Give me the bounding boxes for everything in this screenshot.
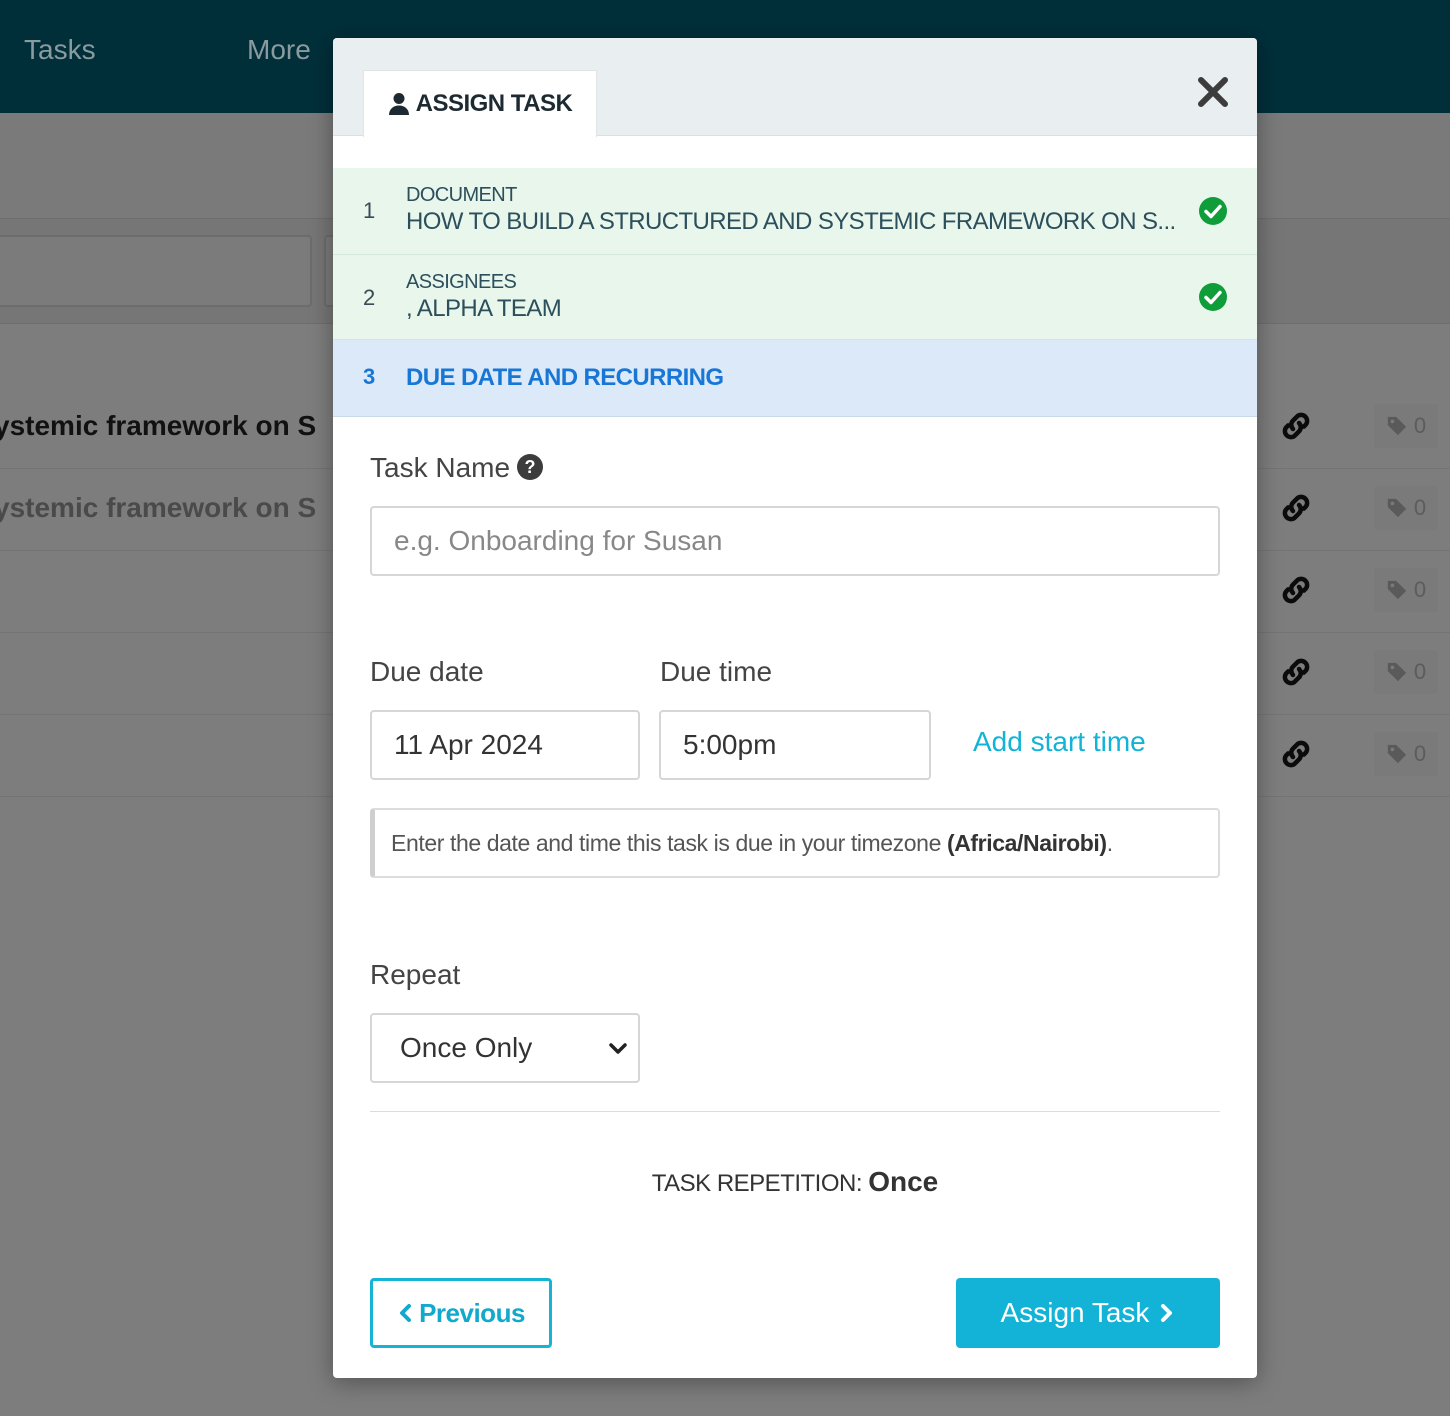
row-title[interactable]: ystemic framework on S [0, 410, 316, 442]
tag-icon [1387, 498, 1407, 518]
link-icon[interactable] [1278, 490, 1314, 526]
check-circle-icon [1199, 283, 1227, 311]
tag-count: 0 [1413, 659, 1427, 684]
tag-count: 0 [1413, 495, 1427, 520]
question-circle-icon[interactable]: ? [516, 453, 544, 481]
link-icon[interactable] [1278, 654, 1314, 690]
assign-task-button[interactable]: Assign Task [956, 1278, 1220, 1348]
due-date-input[interactable] [370, 710, 640, 780]
tag-icon [1387, 744, 1407, 764]
filter-input[interactable] [0, 235, 312, 307]
tag-count-badge[interactable]: 0 [1374, 568, 1438, 612]
check-circle-icon [1199, 197, 1227, 225]
task-name-label-text: Task Name [370, 452, 511, 483]
step-due-date[interactable]: 3 DUE DATE AND RECURRING [333, 340, 1257, 417]
assign-task-button-label: Assign Task [1000, 1297, 1150, 1328]
link-icon[interactable] [1278, 572, 1314, 608]
link-icon[interactable] [1278, 736, 1314, 772]
tag-count-badge[interactable]: 0 [1374, 732, 1438, 776]
tag-count-badge[interactable]: 0 [1374, 486, 1438, 530]
due-time-input[interactable] [659, 710, 931, 780]
step-assignees[interactable]: 2 ASSIGNEES , ALPHA TEAM [333, 255, 1257, 340]
close-icon[interactable] [1193, 72, 1233, 112]
task-name-label: Task Name? [370, 452, 544, 484]
repeat-label: Repeat [370, 959, 461, 990]
nav-tasks[interactable]: Tasks [24, 34, 96, 66]
modal-header: ASSIGN TASK [333, 38, 1257, 137]
step-label: ASSIGNEES [406, 271, 517, 293]
previous-button-label: Previous [419, 1297, 525, 1328]
link-icon[interactable] [1278, 408, 1314, 444]
task-name-input[interactable] [370, 506, 1220, 576]
due-date-label: Due date [370, 656, 484, 687]
tag-count-badge[interactable]: 0 [1374, 650, 1438, 694]
tab-assign-task[interactable]: ASSIGN TASK [363, 70, 597, 137]
nav-more[interactable]: More [247, 34, 311, 66]
tag-icon [1387, 580, 1407, 600]
repetition-label: TASK REPETITION: [651, 1170, 863, 1197]
task-repetition-summary: TASK REPETITION: Once [333, 1166, 1257, 1198]
tag-count-badge[interactable]: 0 [1374, 404, 1438, 448]
timezone-hint-suffix: . [1106, 829, 1113, 856]
divider [370, 1111, 1220, 1112]
due-time-label: Due time [660, 656, 773, 687]
tag-count: 0 [1413, 577, 1427, 602]
step-title: DUE DATE AND RECURRING [406, 364, 724, 391]
timezone-hint: Enter the date and time this task is due… [370, 808, 1220, 878]
user-icon [388, 93, 409, 115]
timezone-hint-text: Enter the date and time this task is due… [391, 829, 947, 856]
timezone-name: (Africa/Nairobi) [946, 829, 1107, 856]
previous-button[interactable]: Previous [370, 1278, 552, 1348]
tag-icon [1387, 416, 1407, 436]
step-document[interactable]: 1 DOCUMENT HOW TO BUILD A STRUCTURED AND… [333, 168, 1257, 255]
assign-task-modal: ASSIGN TASK 1 DOCUMENT HOW TO BUILD A ST… [333, 38, 1257, 1378]
tag-icon [1387, 662, 1407, 682]
step-label: DOCUMENT [406, 184, 517, 206]
repeat-select[interactable]: Once Only [370, 1013, 640, 1083]
step-number: 1 [363, 198, 376, 223]
svg-text:?: ? [525, 457, 536, 477]
repetition-value: Once [868, 1166, 939, 1197]
step-number: 3 [363, 364, 376, 389]
step-value: HOW TO BUILD A STRUCTURED AND SYSTEMIC F… [406, 208, 1176, 235]
tag-count: 0 [1413, 413, 1427, 438]
step-number: 2 [363, 285, 376, 310]
repeat-selected-value: Once Only [400, 1032, 533, 1063]
chevron-left-icon [400, 1304, 412, 1322]
chevron-down-icon [609, 1043, 627, 1054]
row-title[interactable]: ystemic framework on S [0, 492, 316, 524]
tab-label: ASSIGN TASK [415, 90, 573, 117]
step-value: , ALPHA TEAM [406, 295, 562, 322]
tag-count: 0 [1413, 741, 1427, 766]
chevron-right-icon [1161, 1304, 1173, 1322]
add-start-time-link[interactable]: Add start time [973, 726, 1146, 758]
